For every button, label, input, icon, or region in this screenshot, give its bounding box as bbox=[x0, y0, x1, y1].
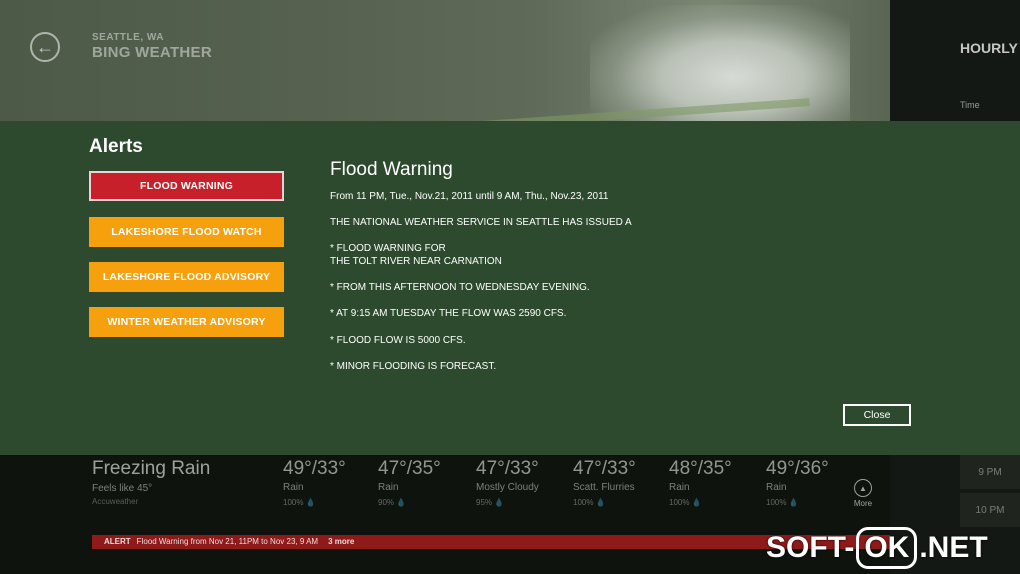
forecast-desc: Rain bbox=[766, 482, 787, 493]
alerts-flyout: Alerts FLOOD WARNING LAKESHORE FLOOD WAT… bbox=[0, 121, 1020, 455]
forecast-day[interactable]: 47°/35° Rain 90% 💧 bbox=[378, 458, 468, 507]
alert-detail-line: * FLOOD FLOW IS 5000 CFS. bbox=[330, 335, 466, 346]
more-button[interactable]: ▲ More bbox=[850, 479, 876, 508]
watermark-text: SOFT- bbox=[766, 531, 855, 564]
forecast-temps: 47°/33° bbox=[476, 458, 539, 479]
watermark-text: OK bbox=[856, 527, 918, 569]
alert-detail-line: * FROM THIS AFTERNOON TO WEDNESDAY EVENI… bbox=[330, 282, 590, 293]
alert-detail-period: From 11 PM, Tue., Nov.21, 2011 until 9 A… bbox=[330, 191, 609, 202]
alert-lakeshore-flood-watch-button[interactable]: LAKESHORE FLOOD WATCH bbox=[89, 217, 284, 247]
alert-detail-line: * AT 9:15 AM TUESDAY THE FLOW WAS 2590 C… bbox=[330, 308, 567, 319]
watermark-logo: SOFT- OK .NET bbox=[766, 524, 988, 572]
alert-detail-line: THE NATIONAL WEATHER SERVICE IN SEATTLE … bbox=[330, 217, 632, 228]
forecast-day[interactable]: 47°/33° Mostly Cloudy 95% 💧 bbox=[476, 458, 566, 507]
forecast-temps: 48°/35° bbox=[669, 458, 732, 479]
alert-flood-warning-button[interactable]: FLOOD WARNING bbox=[89, 171, 284, 201]
forecast-desc: Mostly Cloudy bbox=[476, 482, 539, 493]
data-source: Accuweather bbox=[92, 497, 139, 506]
forecast-precip: 90% 💧 bbox=[378, 498, 407, 507]
forecast-day[interactable]: 49°/36° Rain 100% 💧 bbox=[766, 458, 856, 507]
forecast-desc: Scatt. Flurries bbox=[573, 482, 635, 493]
hourly-heading[interactable]: HOURLY bbox=[960, 40, 1018, 56]
hour-cell: 10 PM bbox=[960, 493, 1020, 527]
city-label: SEATTLE, WA bbox=[92, 32, 164, 43]
time-column-label: Time bbox=[960, 100, 980, 110]
alert-tag: ALERT bbox=[104, 537, 131, 546]
forecast-desc: Rain bbox=[669, 482, 690, 493]
alerts-heading: Alerts bbox=[89, 136, 143, 157]
current-condition: Freezing Rain bbox=[92, 458, 211, 479]
forecast-day[interactable]: 49°/33° Rain 100% 💧 bbox=[283, 458, 373, 507]
forecast-precip: 100% 💧 bbox=[283, 498, 316, 507]
forecast-precip: 100% 💧 bbox=[573, 498, 606, 507]
alert-detail-title: Flood Warning bbox=[330, 159, 453, 180]
alert-detail-line: * MINOR FLOODING IS FORECAST. bbox=[330, 361, 497, 372]
hour-cell: 9 PM bbox=[960, 455, 1020, 489]
close-button[interactable]: Close bbox=[843, 404, 911, 426]
alert-more-count[interactable]: 3 more bbox=[328, 537, 354, 546]
forecast-day[interactable]: 47°/33° Scatt. Flurries 100% 💧 bbox=[573, 458, 663, 507]
alert-winter-weather-advisory-button[interactable]: WINTER WEATHER ADVISORY bbox=[89, 307, 284, 337]
forecast-precip: 95% 💧 bbox=[476, 498, 505, 507]
watermark-text: .NET bbox=[919, 531, 988, 564]
forecast-temps: 49°/33° bbox=[283, 458, 346, 479]
chevron-up-icon: ▲ bbox=[854, 479, 872, 497]
forecast-temps: 47°/35° bbox=[378, 458, 441, 479]
app-title: BING WEATHER bbox=[92, 44, 212, 61]
feels-like: Feels like 45° bbox=[92, 483, 153, 494]
forecast-temps: 47°/33° bbox=[573, 458, 636, 479]
forecast-desc: Rain bbox=[283, 482, 304, 493]
alert-text: Flood Warning from Nov 21, 11PM to Nov 2… bbox=[136, 537, 319, 546]
forecast-temps: 49°/36° bbox=[766, 458, 829, 479]
alert-detail-line: THE TOLT RIVER NEAR CARNATION bbox=[330, 256, 502, 267]
alert-lakeshore-flood-advisory-button[interactable]: LAKESHORE FLOOD ADVISORY bbox=[89, 262, 284, 292]
forecast-precip: 100% 💧 bbox=[669, 498, 702, 507]
back-arrow-icon[interactable]: ← bbox=[30, 32, 60, 62]
alert-detail-line: * FLOOD WARNING FOR bbox=[330, 243, 446, 254]
location-header: SEATTLE, WA BING WEATHER bbox=[92, 32, 212, 61]
forecast-precip: 100% 💧 bbox=[766, 498, 799, 507]
forecast-day[interactable]: 48°/35° Rain 100% 💧 bbox=[669, 458, 759, 507]
forecast-desc: Rain bbox=[378, 482, 399, 493]
current-conditions: Freezing Rain Feels like 45° Accuweather bbox=[92, 458, 210, 506]
more-label: More bbox=[853, 499, 873, 508]
